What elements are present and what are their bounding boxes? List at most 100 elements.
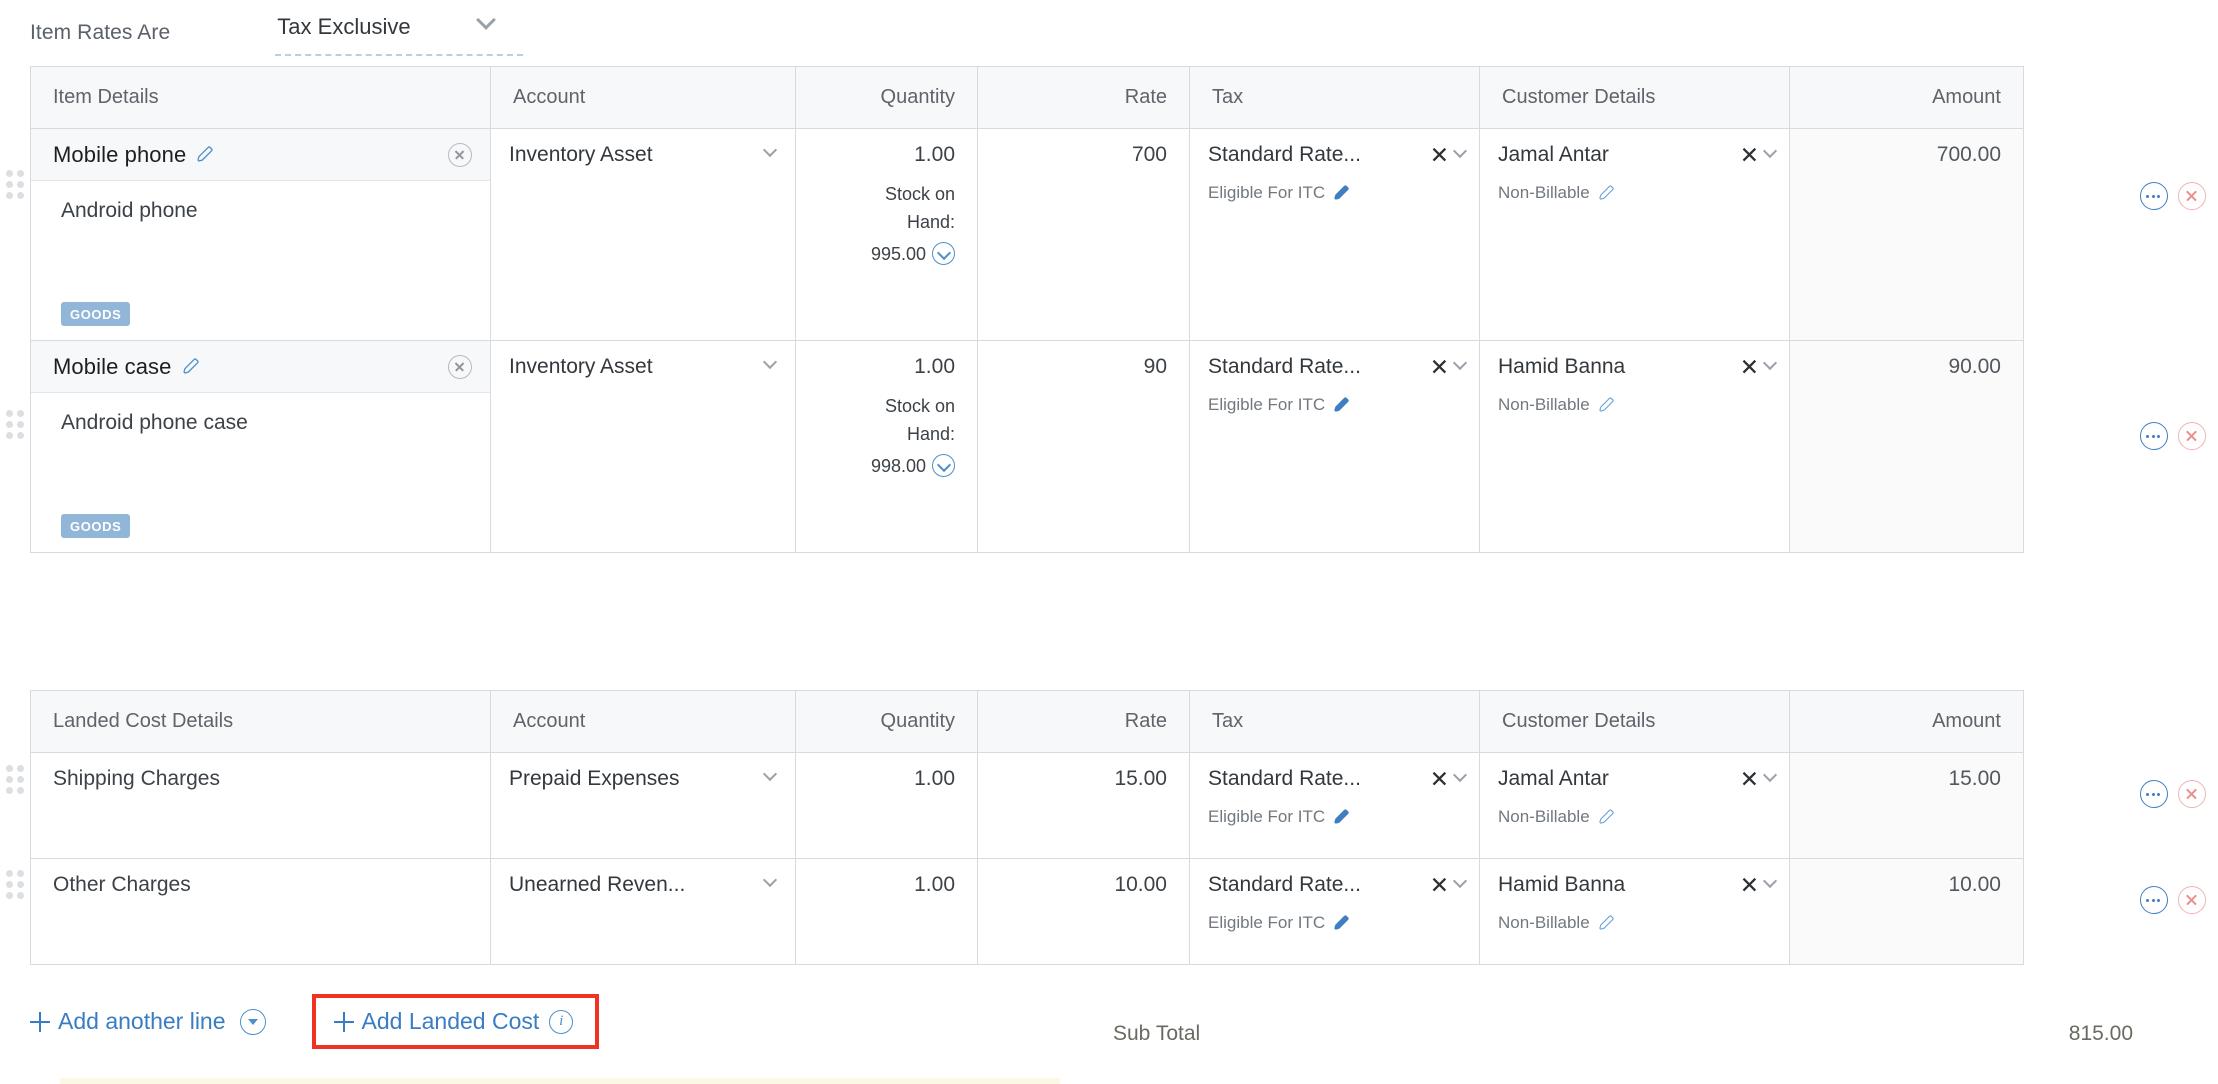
clear-customer-icon[interactable]: ✕	[1736, 768, 1765, 791]
info-icon[interactable]: i	[549, 1010, 573, 1034]
edit-pencil-icon[interactable]	[182, 358, 200, 376]
clear-customer-icon[interactable]: ✕	[1736, 144, 1765, 167]
quantity-value: 1.00	[914, 143, 955, 166]
landed-cost-name[interactable]: Other Charges	[31, 859, 490, 897]
drag-handle-icon[interactable]	[6, 410, 24, 439]
items-table-wrap: Item Details Account Quantity Rate Tax C…	[30, 66, 2024, 553]
plus-icon	[30, 1012, 50, 1032]
billable-status[interactable]: Non-Billable	[1498, 913, 1775, 933]
sub-total-label: Sub Total	[1113, 1022, 1200, 1046]
account-cell: Unearned Reven...	[491, 859, 796, 965]
rate-value[interactable]: 15.00	[978, 753, 1189, 791]
edit-pencil-icon[interactable]	[1333, 915, 1350, 932]
clear-tax-icon[interactable]: ✕	[1426, 356, 1455, 379]
tax-select[interactable]: Standard Rate... ✕	[1208, 767, 1465, 791]
drag-handle-icon[interactable]	[6, 170, 24, 199]
more-options-icon[interactable]	[2140, 182, 2168, 210]
chevron-down-icon	[1455, 769, 1465, 790]
account-select[interactable]: Inventory Asset	[491, 341, 795, 379]
more-options-icon[interactable]	[2140, 886, 2168, 914]
item-name-bar[interactable]: Mobile case	[31, 341, 490, 393]
edit-pencil-icon[interactable]	[1598, 397, 1615, 414]
quantity-value[interactable]: 1.00	[796, 753, 977, 791]
tax-value: Standard Rate...	[1208, 143, 1361, 167]
more-options-icon[interactable]	[2140, 780, 2168, 808]
account-select[interactable]: Unearned Reven...	[491, 859, 795, 897]
item-type-badge-wrap: GOODS	[61, 514, 130, 538]
tax-itc-label: Eligible For ITC	[1208, 183, 1325, 203]
delete-row-icon[interactable]	[2178, 780, 2206, 808]
chevron-down-circle-icon[interactable]	[932, 242, 955, 265]
drag-handle-icon[interactable]	[6, 870, 24, 899]
billable-status[interactable]: Non-Billable	[1498, 183, 1775, 203]
edit-pencil-icon[interactable]	[1333, 809, 1350, 826]
landed-cost-name-cell: Shipping Charges	[31, 753, 491, 859]
edit-pencil-icon[interactable]	[1598, 809, 1615, 826]
customer-select[interactable]: Hamid Banna ✕	[1498, 873, 1775, 897]
quantity-input[interactable]: 1.00 Stock on Hand: 998.00	[796, 341, 977, 481]
tax-cell: Standard Rate... ✕ Eligible For ITC	[1190, 129, 1480, 341]
quantity-input[interactable]: 1.00 Stock on Hand: 995.00	[796, 129, 977, 269]
clear-tax-icon[interactable]: ✕	[1426, 874, 1455, 897]
rate-input[interactable]: 700	[978, 129, 1189, 167]
rate-cell: 10.00	[978, 859, 1190, 965]
more-options-icon[interactable]	[2140, 422, 2168, 450]
chevron-down-circle-icon[interactable]	[932, 454, 955, 477]
item-details-cell: Mobile phone Android phone GOODS	[31, 129, 491, 341]
stock-on-hand-label-1: Stock on	[806, 393, 955, 421]
customer-select[interactable]: Hamid Banna ✕	[1498, 355, 1775, 379]
tax-select[interactable]: Standard Rate... ✕	[1208, 143, 1465, 167]
row-actions	[2140, 422, 2206, 450]
billable-status[interactable]: Non-Billable	[1498, 807, 1775, 827]
tax-select[interactable]: Standard Rate... ✕	[1208, 355, 1465, 379]
clear-tax-icon[interactable]: ✕	[1426, 144, 1455, 167]
item-rates-select[interactable]: Tax Exclusive	[275, 10, 523, 56]
edit-pencil-icon[interactable]	[1333, 185, 1350, 202]
rate-input[interactable]: 90	[978, 341, 1189, 379]
delete-row-icon[interactable]	[2178, 182, 2206, 210]
tax-itc-label: Eligible For ITC	[1208, 395, 1325, 415]
customer-value: Jamal Antar	[1498, 143, 1609, 167]
chevron-down-icon	[1455, 357, 1465, 378]
amount-value: 10.00	[1790, 859, 2023, 964]
caret-down-circle-icon[interactable]	[240, 1009, 266, 1035]
quantity-cell: 1.00	[796, 753, 978, 859]
tax-itc-status[interactable]: Eligible For ITC	[1208, 807, 1465, 827]
clear-customer-icon[interactable]: ✕	[1736, 874, 1765, 897]
bottom-notice-strip	[60, 1078, 1060, 1084]
add-another-line-label: Add another line	[58, 1008, 226, 1035]
remove-item-icon[interactable]	[448, 355, 472, 379]
rate-value[interactable]: 10.00	[978, 859, 1189, 897]
delete-row-icon[interactable]	[2178, 422, 2206, 450]
clear-customer-icon[interactable]: ✕	[1736, 356, 1765, 379]
drag-handle-icon[interactable]	[6, 765, 24, 794]
remove-item-icon[interactable]	[448, 143, 472, 167]
add-landed-cost-label: Add Landed Cost	[362, 1008, 540, 1035]
add-another-line-button[interactable]: Add another line	[30, 1008, 266, 1035]
item-name-bar[interactable]: Mobile phone	[31, 129, 490, 181]
add-landed-cost-button[interactable]: Add Landed Cost i	[334, 1008, 574, 1035]
tax-itc-status[interactable]: Eligible For ITC	[1208, 183, 1465, 203]
account-select[interactable]: Prepaid Expenses	[491, 753, 795, 791]
tax-itc-status[interactable]: Eligible For ITC	[1208, 395, 1465, 415]
tax-select[interactable]: Standard Rate... ✕	[1208, 873, 1465, 897]
clear-tax-icon[interactable]: ✕	[1426, 768, 1455, 791]
chevron-down-icon	[1765, 875, 1775, 896]
delete-row-icon[interactable]	[2178, 886, 2206, 914]
edit-pencil-icon[interactable]	[1598, 915, 1615, 932]
edit-pencil-icon[interactable]	[1598, 185, 1615, 202]
header-account: Account	[491, 691, 796, 753]
edit-pencil-icon[interactable]	[196, 146, 214, 164]
customer-select[interactable]: Jamal Antar ✕	[1498, 143, 1775, 167]
chevron-down-icon	[765, 143, 775, 165]
tax-itc-status[interactable]: Eligible For ITC	[1208, 913, 1465, 933]
account-value: Prepaid Expenses	[509, 767, 679, 791]
customer-select[interactable]: Jamal Antar ✕	[1498, 767, 1775, 791]
table-row: Shipping Charges Prepaid Expenses 1.00 1…	[31, 753, 2024, 859]
billable-status[interactable]: Non-Billable	[1498, 395, 1775, 415]
quantity-value[interactable]: 1.00	[796, 859, 977, 897]
landed-cost-name[interactable]: Shipping Charges	[31, 753, 490, 791]
account-select[interactable]: Inventory Asset	[491, 129, 795, 167]
edit-pencil-icon[interactable]	[1333, 397, 1350, 414]
row-actions	[2140, 780, 2206, 808]
